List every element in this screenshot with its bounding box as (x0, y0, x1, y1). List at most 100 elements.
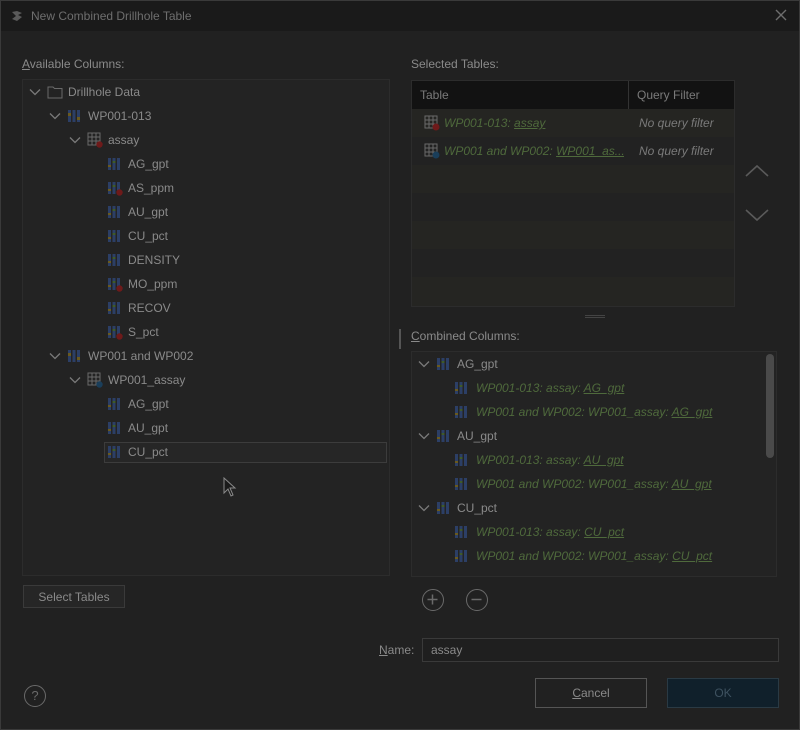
table-row[interactable]: WP001 and WP002: WP001_as... No query fi… (412, 137, 734, 165)
available-columns-label: Available Columns: (22, 57, 125, 71)
source-prefix: WP001 and WP002: WP001_assay: (476, 477, 672, 491)
combined-source-item[interactable]: WP001-013: assay: AU_gpt (454, 449, 754, 471)
combined-group-label: AG_gpt (457, 357, 498, 371)
column-icon (455, 382, 467, 394)
source-prefix: WP001-013: assay: (476, 381, 584, 395)
header-table[interactable]: Table (420, 88, 449, 102)
column-icon (108, 254, 120, 266)
tree-item[interactable]: S_pct (89, 321, 383, 343)
remove-icon[interactable] (466, 589, 488, 611)
empty-row (412, 193, 734, 221)
column-icon (108, 422, 120, 434)
tree-item[interactable]: RECOV (89, 297, 383, 319)
table-icon (87, 132, 103, 148)
close-icon[interactable] (773, 7, 789, 23)
source-link[interactable]: AU_gpt (584, 453, 624, 467)
tree-item[interactable]: WP001-013 (49, 105, 383, 127)
table-name-cell: WP001 and WP002: WP001_as... (444, 144, 624, 158)
chevron-down-icon[interactable] (418, 358, 430, 370)
combined-source-item[interactable]: WP001 and WP002: WP001_assay: AU_gpt (454, 473, 754, 495)
combined-group[interactable]: AG_gpt (418, 353, 758, 375)
chevron-down-icon[interactable] (49, 110, 61, 122)
tree-item-label: AG_gpt (128, 157, 169, 171)
combined-source-item[interactable]: WP001-013: assay: CU_pct (454, 521, 754, 543)
column-icon (455, 478, 467, 490)
table-row[interactable]: WP001-013: assay No query filter (412, 109, 734, 137)
combined-source-label: WP001 and WP002: WP001_assay: CU_pct (476, 545, 712, 567)
table-link[interactable]: WP001_as... (556, 144, 624, 158)
query-filter-cell[interactable]: No query filter (639, 116, 714, 130)
tree-item[interactable]: WP001 and WP002 (49, 345, 383, 367)
combined-columns-tree[interactable]: AG_gpt WP001-013: assay: AG_gpt WP001 and … (411, 351, 777, 577)
chevron-down-icon[interactable] (69, 374, 81, 386)
combined-columns-label-rest: ombined Columns: (419, 329, 520, 343)
cancel-label-rest: ancel (580, 686, 610, 700)
tree-item-label: WP001-013 (88, 109, 152, 123)
selected-tables-grid[interactable]: Table Query Filter WP001-013: assay No q… (411, 80, 735, 307)
source-link[interactable]: AU_gpt (672, 477, 712, 491)
splitter-vertical-handle[interactable] (399, 329, 401, 349)
title-bar: New Combined Drillhole Table (1, 1, 799, 31)
tree-item[interactable]: AU_gpt (89, 417, 383, 439)
combined-source-item[interactable]: WP001 and WP002: WP001_assay: AG_gpt (454, 401, 754, 423)
chevron-down-icon[interactable] (418, 502, 430, 514)
folder-icon (47, 86, 63, 99)
tree-item[interactable]: assay (69, 129, 383, 151)
move-up-icon[interactable] (743, 161, 771, 181)
tree-item[interactable]: CU_pct (89, 441, 383, 463)
query-filter-cell[interactable]: No query filter (639, 144, 714, 158)
move-down-icon[interactable] (743, 205, 771, 225)
combined-source-item[interactable]: WP001 and WP002: WP001_assay: CU_pct (454, 545, 754, 567)
tree-item-label: AS_ppm (128, 181, 175, 195)
column-icon (108, 326, 123, 340)
source-link[interactable]: AG_gpt (672, 405, 713, 419)
tree-item-label: S_pct (128, 325, 159, 339)
source-link[interactable]: CU_pct (672, 549, 712, 563)
tree-item[interactable]: WP001_assay (69, 369, 383, 391)
header-separator[interactable] (628, 81, 629, 109)
combined-group[interactable]: AU_gpt (418, 425, 758, 447)
tree-item-label: AU_gpt (128, 205, 169, 219)
name-input[interactable] (422, 638, 779, 662)
add-icon[interactable] (422, 589, 444, 611)
ok-button[interactable]: OK (667, 678, 779, 708)
empty-row (412, 277, 734, 306)
source-prefix: WP001-013: assay: (476, 453, 584, 467)
chevron-down-icon[interactable] (418, 430, 430, 442)
tree-item[interactable]: DENSITY (89, 249, 383, 271)
header-query-filter[interactable]: Query Filter (637, 88, 700, 102)
select-tables-button[interactable]: Select Tables (23, 585, 125, 608)
cancel-button[interactable]: Cancel (535, 678, 647, 708)
splitter-handle[interactable] (585, 315, 605, 318)
scrollbar-thumb[interactable] (766, 354, 774, 458)
column-icon (108, 158, 120, 170)
tree-item[interactable]: AS_ppm (89, 177, 383, 199)
chevron-down-icon[interactable] (69, 134, 81, 146)
tree-item[interactable]: CU_pct (89, 225, 383, 247)
available-columns-tree[interactable]: Drillhole Data WP001-013 assay AG_gpt AS_ppm… (22, 79, 390, 576)
table-icon (87, 372, 103, 388)
name-label: Name: (379, 643, 415, 657)
tree-item[interactable]: AG_gpt (89, 153, 383, 175)
combined-source-label: WP001 and WP002: WP001_assay: AU_gpt (476, 473, 712, 495)
column-icon (108, 446, 120, 458)
table-name-cell: WP001-013: assay (444, 116, 624, 130)
combined-source-item[interactable]: WP001-013: assay: AG_gpt (454, 377, 754, 399)
tree-item[interactable]: Drillhole Data (29, 81, 383, 103)
app-logo-icon (12, 11, 22, 21)
tree-item[interactable]: AU_gpt (89, 201, 383, 223)
help-icon[interactable]: ? (24, 685, 46, 707)
tree-item[interactable]: AG_gpt (89, 393, 383, 415)
empty-row (412, 249, 734, 277)
chevron-down-icon[interactable] (49, 350, 61, 362)
combined-group[interactable]: CU_pct (418, 497, 758, 519)
tree-item[interactable]: MO_ppm (89, 273, 383, 295)
tree-item-label: assay (108, 133, 140, 147)
source-link[interactable]: CU_pct (584, 525, 624, 539)
column-icon (108, 278, 123, 292)
source-link[interactable]: AG_gpt (584, 381, 625, 395)
chevron-down-icon[interactable] (29, 86, 41, 98)
column-icon (437, 358, 449, 370)
combined-source-label: WP001 and WP002: WP001_assay: AG_gpt (476, 401, 712, 423)
table-link[interactable]: assay (514, 116, 545, 130)
